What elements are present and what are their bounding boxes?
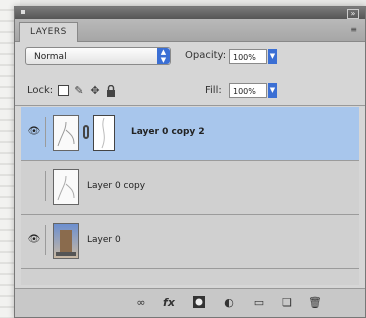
- layer-name[interactable]: Layer 0 copy 2: [131, 127, 205, 137]
- tab-layers[interactable]: LAYERS: [19, 22, 78, 42]
- visibility-eye-icon[interactable]: 👁: [23, 225, 46, 255]
- layers-bottom-toolbar: ∞ fx ◐ ▭ ❏ 🗑: [15, 288, 365, 317]
- layer-row[interactable]: 👁 Layer 0 copy 2: [21, 107, 359, 161]
- layer-name[interactable]: Layer 0: [87, 235, 121, 245]
- fill-field[interactable]: 100%: [229, 83, 267, 98]
- fill-label: Fill:: [205, 85, 222, 96]
- blend-mode-select[interactable]: Normal ▲ ▼: [25, 47, 171, 65]
- link-layers-icon[interactable]: ∞: [133, 295, 149, 311]
- panel-menu-icon[interactable]: ≡: [350, 25, 357, 34]
- blend-mode-value: Normal: [34, 52, 67, 62]
- adjustment-layer-icon[interactable]: ◐: [221, 295, 237, 311]
- layer-name[interactable]: Layer 0 copy: [87, 181, 145, 191]
- add-mask-icon[interactable]: [191, 295, 207, 311]
- new-group-icon[interactable]: ▭: [251, 295, 267, 311]
- lock-fill-row: Lock: ✎ ✥ Fill: 100% ▼: [15, 71, 365, 106]
- new-layer-icon[interactable]: ❏: [279, 295, 295, 311]
- blend-opacity-row: Normal ▲ ▼ Opacity: 100% ▼: [15, 43, 365, 71]
- layer-thumbnail[interactable]: [53, 223, 79, 259]
- panel-titlebar[interactable]: »: [15, 7, 365, 19]
- opacity-field[interactable]: 100%: [229, 49, 267, 64]
- visibility-eye-icon[interactable]: 👁: [23, 117, 46, 147]
- layers-panel: » LAYERS ≡ Normal ▲ ▼ Opacity: 100% ▼ Loc…: [14, 6, 366, 318]
- layer-row[interactable]: Layer 0 copy: [21, 161, 359, 215]
- panel-collapse-icon[interactable]: »: [347, 9, 359, 19]
- fx-icon[interactable]: fx: [161, 295, 177, 311]
- layer-mask-thumbnail[interactable]: [93, 115, 115, 151]
- layer-row[interactable]: 👁 Layer 0: [21, 215, 359, 269]
- layer-thumbnail[interactable]: [53, 115, 79, 151]
- lock-image-brush-icon[interactable]: ✎: [73, 85, 85, 97]
- lock-all-padlock-icon[interactable]: [105, 84, 117, 97]
- opacity-label: Opacity:: [185, 50, 227, 61]
- fill-dropdown-icon[interactable]: ▼: [268, 83, 277, 98]
- opacity-dropdown-icon[interactable]: ▼: [268, 49, 277, 64]
- lock-position-move-icon[interactable]: ✥: [89, 85, 101, 97]
- lock-label: Lock:: [27, 85, 54, 96]
- blend-mode-arrows-icon[interactable]: ▲ ▼: [157, 48, 170, 64]
- trash-icon[interactable]: 🗑: [307, 295, 323, 311]
- layer-thumbnail[interactable]: [53, 169, 79, 205]
- layers-list: 👁 Layer 0 copy 2 Layer 0 copy 👁 Layer 0: [21, 107, 359, 285]
- lock-transparent-icon[interactable]: [57, 85, 69, 97]
- visibility-toggle-empty[interactable]: [23, 171, 46, 201]
- mask-link-icon[interactable]: [83, 125, 89, 139]
- panel-tabs: LAYERS ≡: [15, 19, 365, 42]
- panel-grip-icon[interactable]: [21, 10, 25, 14]
